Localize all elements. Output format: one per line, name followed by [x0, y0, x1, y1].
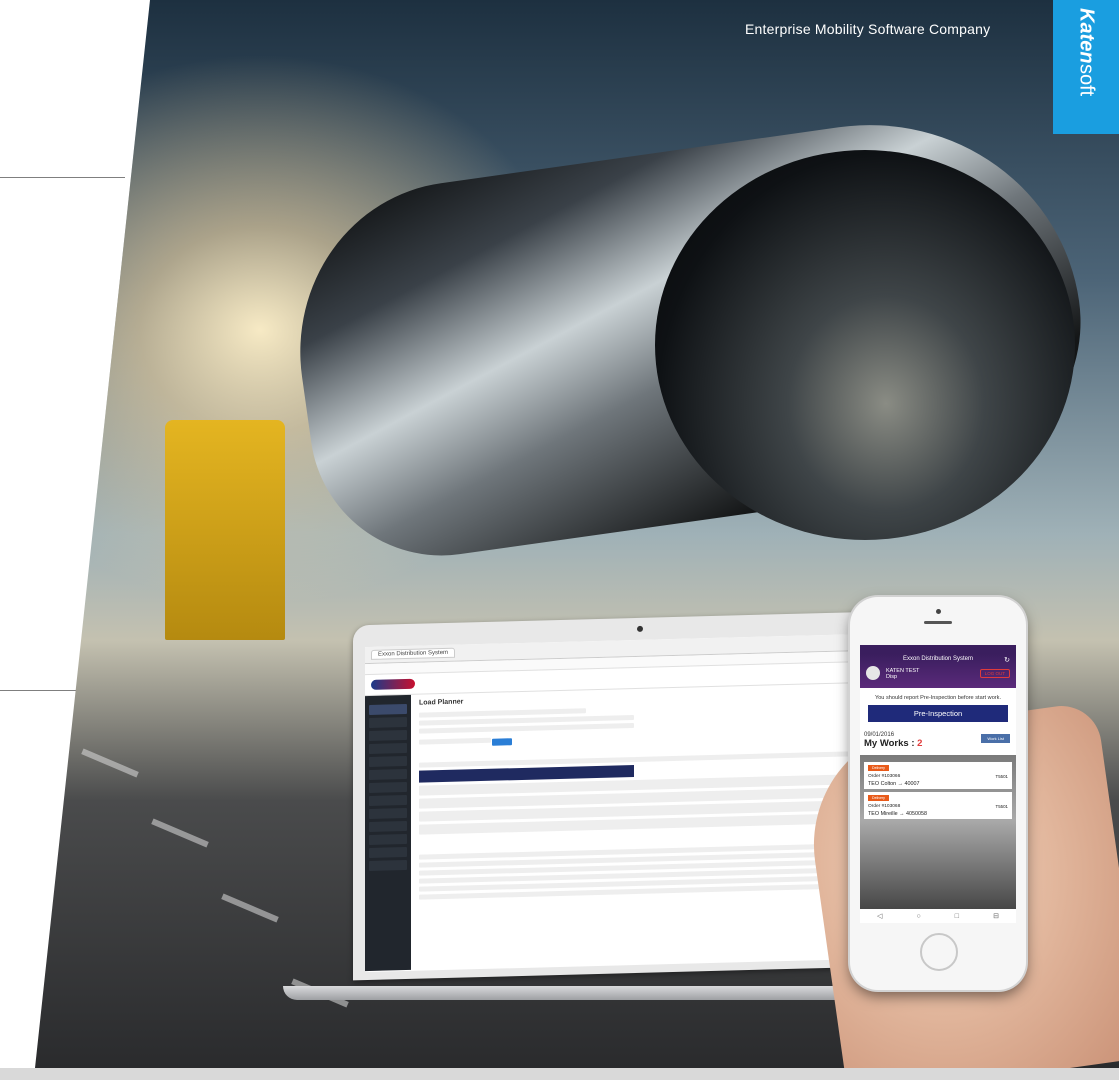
- menu-icon[interactable]: ⊟: [993, 912, 999, 920]
- status-bar: [860, 645, 1016, 654]
- truck-id: T5501: [995, 774, 1008, 779]
- tagline: Enterprise Mobility Software Company: [745, 21, 991, 37]
- filter-row[interactable]: [419, 737, 491, 745]
- divider-top: [0, 177, 125, 178]
- work-list-button[interactable]: Work List: [981, 734, 1010, 743]
- phone-speaker: [924, 621, 952, 624]
- truck-cab: [165, 420, 285, 640]
- sidebar-item[interactable]: [369, 768, 407, 780]
- truck-id: T5501: [995, 804, 1008, 809]
- browser-tab[interactable]: Exxon Distribution System: [371, 647, 456, 660]
- hero-banner: Enterprise Mobility Software Company Kat…: [0, 0, 1119, 1068]
- tank-end: [655, 150, 1075, 540]
- logout-button[interactable]: LOG OUT: [979, 669, 1010, 678]
- sidebar-item[interactable]: [369, 833, 407, 845]
- sidebar-item[interactable]: [369, 859, 407, 871]
- delivery-badge: Delivery: [868, 765, 889, 771]
- phone-app-header: Exxon Distribution System ↻ KATEN TEST D…: [860, 654, 1016, 688]
- order-number: Order #103068: [868, 804, 901, 809]
- sidebar-item[interactable]: [369, 729, 407, 741]
- order-number: Order #103066: [868, 774, 901, 779]
- webcam: [637, 625, 643, 632]
- sidebar-item[interactable]: [369, 742, 407, 754]
- work-card-list: Delivery Order #103066 TEO Colton → 4000…: [860, 755, 1016, 919]
- pre-inspection-button[interactable]: Pre-Inspection: [868, 705, 1008, 722]
- work-card[interactable]: Delivery Order #103066 TEO Colton → 4000…: [864, 762, 1012, 789]
- my-works-count: 2: [917, 738, 923, 749]
- avatar: [866, 666, 880, 680]
- search-button[interactable]: [492, 738, 513, 746]
- user-info: KATEN TEST Disp: [886, 668, 919, 680]
- brand-logo-bold: Katen: [1075, 8, 1098, 64]
- exxon-logo: [371, 678, 415, 690]
- work-card[interactable]: Delivery Order #103068 TEO Mireille → 40…: [864, 792, 1012, 819]
- sidebar: [365, 694, 411, 972]
- phone-app-title: Exxon Distribution System: [902, 656, 974, 662]
- sidebar-item[interactable]: [369, 846, 407, 858]
- home-button[interactable]: [920, 933, 958, 971]
- route-desc: TEO Mireille → 4050058: [868, 811, 928, 817]
- back-icon[interactable]: ◁: [877, 912, 882, 920]
- brand-logo-light: soft: [1075, 63, 1098, 96]
- route-desc: TEO Colton → 40007: [868, 781, 920, 787]
- phone-screen: Exxon Distribution System ↻ KATEN TEST D…: [860, 645, 1016, 923]
- front-camera: [936, 609, 941, 614]
- refresh-icon[interactable]: ↻: [1004, 656, 1010, 664]
- notice-text: You should report Pre-Inspection before …: [874, 695, 1002, 701]
- sidebar-item[interactable]: [369, 807, 407, 819]
- user-role: Disp: [886, 674, 898, 680]
- my-works-label: My Works :: [864, 738, 915, 749]
- sidebar-item[interactable]: [369, 820, 407, 832]
- sidebar-item[interactable]: [369, 755, 407, 767]
- phone-mockup: Exxon Distribution System ↻ KATEN TEST D…: [850, 597, 1026, 990]
- sidebar-item[interactable]: [369, 781, 407, 793]
- android-nav-bar: ◁ ○ □ ⊟: [860, 909, 1016, 923]
- sidebar-item[interactable]: [369, 794, 407, 806]
- sidebar-item-active[interactable]: [369, 703, 407, 715]
- home-icon[interactable]: ○: [916, 913, 920, 920]
- brand-logo: Katen soft: [1062, 8, 1110, 126]
- recents-icon[interactable]: □: [955, 913, 959, 920]
- delivery-badge: Delivery: [868, 795, 889, 801]
- sidebar-item[interactable]: [369, 716, 407, 728]
